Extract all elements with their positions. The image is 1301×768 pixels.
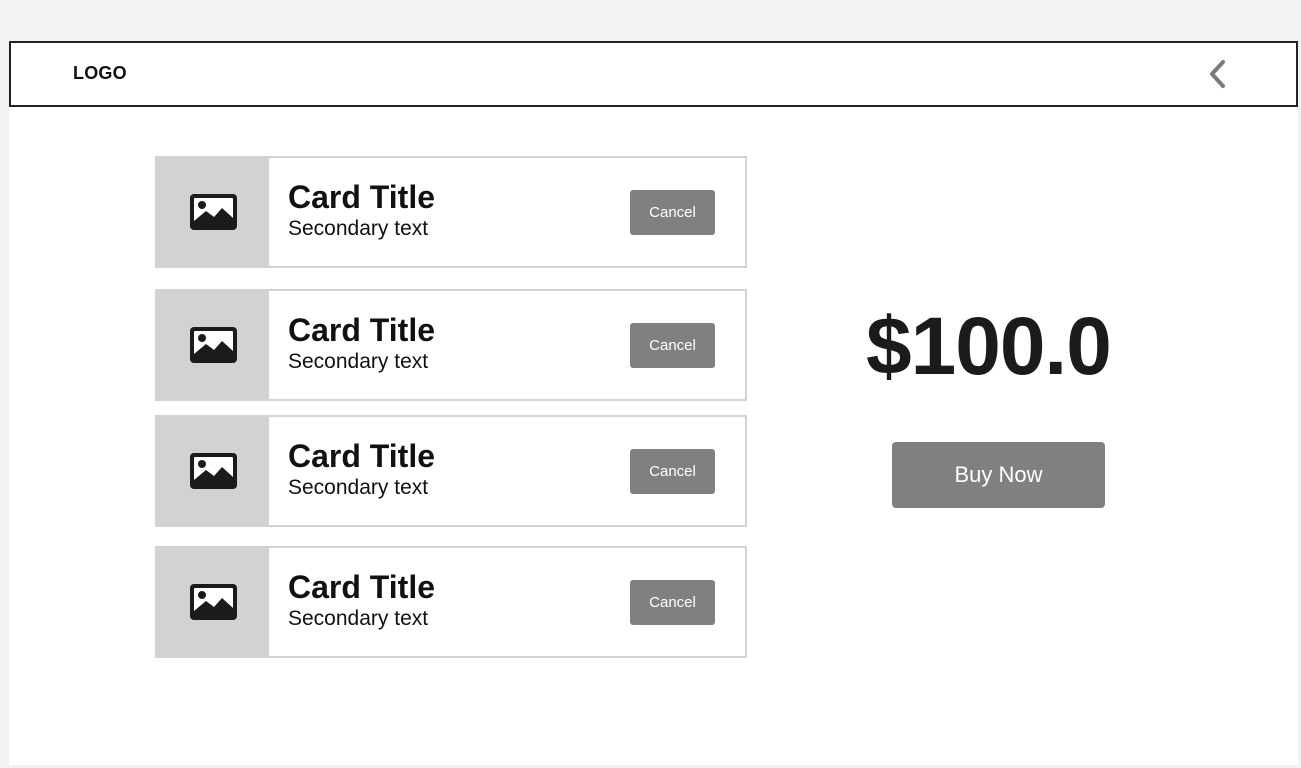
image-icon [189, 453, 237, 489]
back-button[interactable] [1203, 56, 1233, 92]
card-item: Card Title Secondary text Cancel [155, 156, 747, 268]
card-thumbnail [157, 158, 269, 266]
card-secondary-text: Secondary text [288, 476, 429, 499]
card-thumbnail [157, 548, 269, 656]
card-item: Card Title Secondary text Cancel [155, 289, 747, 401]
total-price: $100.0 [866, 301, 1112, 392]
cancel-button[interactable]: Cancel [630, 323, 715, 368]
card-thumbnail [157, 417, 269, 525]
image-icon [189, 327, 237, 363]
card-title: Card Title [288, 312, 435, 348]
buy-now-button[interactable]: Buy Now [892, 442, 1105, 508]
page: LOGO Card Title Secondary text Cancel Ca… [9, 41, 1298, 765]
cancel-button[interactable]: Cancel [630, 449, 715, 494]
cancel-button[interactable]: Cancel [630, 580, 715, 625]
chevron-left-icon [1210, 60, 1225, 88]
card-title: Card Title [288, 179, 435, 215]
card-secondary-text: Secondary text [288, 350, 429, 373]
card-title: Card Title [288, 569, 435, 605]
card-item: Card Title Secondary text Cancel [155, 546, 747, 658]
image-icon [189, 194, 237, 230]
image-icon [189, 584, 237, 620]
card-secondary-text: Secondary text [288, 607, 429, 630]
card-title: Card Title [288, 438, 435, 474]
cancel-button[interactable]: Cancel [630, 190, 715, 235]
logo[interactable]: LOGO [73, 63, 127, 84]
header-bar: LOGO [9, 41, 1298, 107]
card-secondary-text: Secondary text [288, 217, 429, 240]
card-item: Card Title Secondary text Cancel [155, 415, 747, 527]
card-thumbnail [157, 291, 269, 399]
